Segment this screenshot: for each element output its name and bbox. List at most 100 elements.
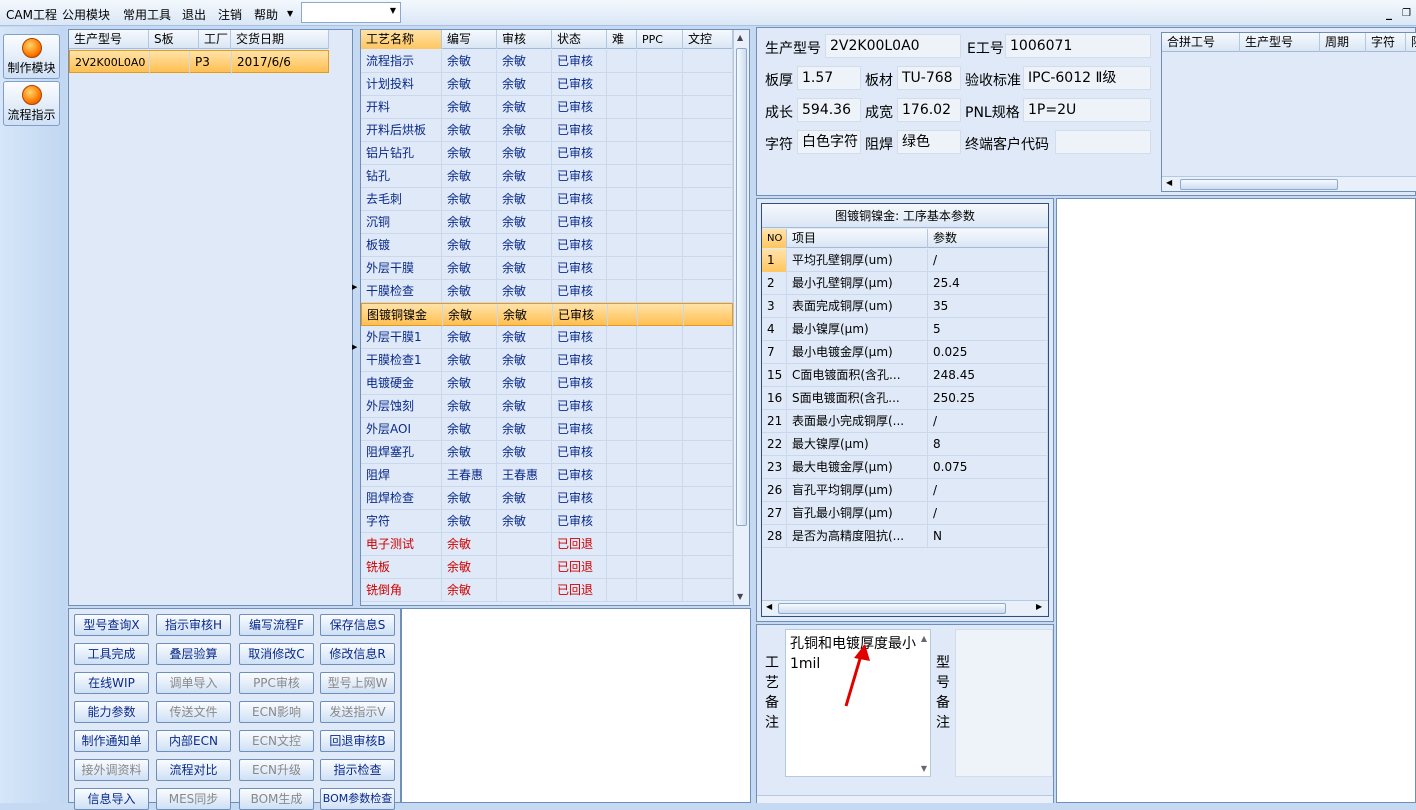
action-button-3-3[interactable]: 发送指示V xyxy=(320,701,395,723)
pnl-field[interactable]: 1P=2U xyxy=(1023,98,1151,122)
action-button-0-0[interactable]: 型号查询X xyxy=(74,614,149,636)
scroll-down-icon[interactable]: ▼ xyxy=(737,592,743,601)
params-col-no[interactable]: NO xyxy=(762,229,787,248)
table-row[interactable]: 27 盲孔最小铜厚(μm) / xyxy=(762,502,1048,525)
table-row[interactable]: 开料后烘板 余敏 余敏 已审核 xyxy=(361,119,733,142)
action-button-6-3[interactable]: BOM参数检查 xyxy=(320,788,395,810)
table-row[interactable]: 铣板 余敏 已回退 xyxy=(361,556,733,579)
orders-col-s[interactable]: S板 xyxy=(149,30,199,49)
table-row[interactable]: 干膜检查1 余敏 余敏 已审核 xyxy=(361,349,733,372)
params-col-item[interactable]: 项目 xyxy=(787,229,928,248)
table-row[interactable]: 阻焊检查 余敏 余敏 已审核 xyxy=(361,487,733,510)
scroll-right-icon[interactable]: ▶ xyxy=(1036,602,1042,611)
table-row[interactable]: 电子测试 余敏 已回退 xyxy=(361,533,733,556)
process-col-status[interactable]: 状态 xyxy=(552,30,607,49)
process-col-writer[interactable]: 编写 xyxy=(442,30,497,49)
flow-guide-button[interactable]: 流程指示 xyxy=(3,81,60,126)
scroll-down-icon[interactable]: ▼ xyxy=(921,764,927,773)
process-col-name[interactable]: 工艺名称 xyxy=(361,30,442,49)
scroll-up-icon[interactable]: ▲ xyxy=(737,33,743,42)
scroll-thumb[interactable] xyxy=(778,603,1006,614)
process-col-difficulty[interactable]: 难 xyxy=(607,30,637,49)
action-button-2-1[interactable]: 调单导入 xyxy=(156,672,231,694)
action-button-1-3[interactable]: 修改信息R xyxy=(320,643,395,665)
params-col-val[interactable]: 参数 xyxy=(928,229,1048,248)
action-button-6-1[interactable]: MES同步 xyxy=(156,788,231,810)
merge-col-mask[interactable]: 阻 xyxy=(1406,33,1416,52)
action-button-4-1[interactable]: 内部ECN xyxy=(156,730,231,752)
table-row[interactable]: 干膜检查 余敏 余敏 已审核 xyxy=(361,280,733,303)
table-row[interactable]: 沉铜 余敏 余敏 已审核 xyxy=(361,211,733,234)
table-row[interactable]: 3 表面完成铜厚(um) 35 xyxy=(762,295,1048,318)
action-button-1-2[interactable]: 取消修改C xyxy=(239,643,314,665)
menu-help[interactable]: 帮助 xyxy=(254,6,278,23)
action-button-6-0[interactable]: 信息导入 xyxy=(74,788,149,810)
action-button-4-0[interactable]: 制作通知单 xyxy=(74,730,149,752)
menu-combo[interactable]: ▼ xyxy=(301,2,401,23)
scroll-left-icon[interactable]: ◀ xyxy=(1166,178,1172,187)
splitter-right-icon[interactable]: ▶ xyxy=(352,283,357,291)
menu-common-tools[interactable]: 常用工具 xyxy=(123,6,171,23)
cust-field[interactable] xyxy=(1055,130,1151,154)
table-row[interactable]: 板镀 余敏 余敏 已审核 xyxy=(361,234,733,257)
merge-col-eno[interactable]: 合拼工号 xyxy=(1162,33,1240,52)
table-row[interactable]: 2 最小孔壁铜厚(μm) 25.4 xyxy=(762,272,1048,295)
action-button-2-2[interactable]: PPC审核 xyxy=(239,672,314,694)
table-row[interactable]: 外层AOI 余敏 余敏 已审核 xyxy=(361,418,733,441)
table-row[interactable]: 23 最大电镀金厚(μm) 0.075 xyxy=(762,456,1048,479)
merge-col-char[interactable]: 字符 xyxy=(1366,33,1406,52)
table-row[interactable]: 铣倒角 余敏 已回退 xyxy=(361,579,733,602)
table-row[interactable]: 字符 余敏 余敏 已审核 xyxy=(361,510,733,533)
scroll-thumb[interactable] xyxy=(736,48,747,526)
orders-col-date[interactable]: 交货日期 xyxy=(231,30,329,49)
model-note-field[interactable] xyxy=(955,629,1053,777)
table-row[interactable]: 2V2K00L0A0 P3 2017/6/6 xyxy=(69,50,329,74)
action-button-2-0[interactable]: 在线WIP xyxy=(74,672,149,694)
table-row[interactable]: 外层蚀刻 余敏 余敏 已审核 xyxy=(361,395,733,418)
table-row[interactable]: 26 盲孔平均铜厚(μm) / xyxy=(762,479,1048,502)
menu-exit[interactable]: 退出 xyxy=(182,6,206,23)
table-row[interactable]: 4 最小镍厚(μm) 5 xyxy=(762,318,1048,341)
mask-field[interactable]: 绿色 xyxy=(897,130,961,154)
thick-field[interactable]: 1.57 xyxy=(797,66,861,90)
action-button-1-1[interactable]: 叠层验算 xyxy=(156,643,231,665)
action-button-3-1[interactable]: 传送文件 xyxy=(156,701,231,723)
eno-field[interactable]: 1006071 xyxy=(1005,34,1151,58)
help-chevron-down-icon[interactable]: ▼ xyxy=(287,9,293,18)
merge-col-period[interactable]: 周期 xyxy=(1320,33,1366,52)
action-button-0-2[interactable]: 编写流程F xyxy=(239,614,314,636)
action-button-5-3[interactable]: 指示检查 xyxy=(320,759,395,781)
menu-cam[interactable]: CAM工程 xyxy=(6,6,57,23)
table-row[interactable]: 阻焊 王春惠 王春惠 已审核 xyxy=(361,464,733,487)
process-col-ppc[interactable]: PPC xyxy=(637,30,683,49)
orders-col-factory[interactable]: 工厂 xyxy=(199,30,231,49)
table-row[interactable]: 1 平均孔壁铜厚(um) / xyxy=(762,249,1048,272)
action-button-5-1[interactable]: 流程对比 xyxy=(156,759,231,781)
action-button-3-2[interactable]: ECN影响 xyxy=(239,701,314,723)
table-row[interactable]: 15 C面电镀面积(含孔... 248.45 xyxy=(762,364,1048,387)
table-row[interactable]: 22 最大镍厚(μm) 8 xyxy=(762,433,1048,456)
table-row[interactable]: 21 表面最小完成铜厚(... / xyxy=(762,410,1048,433)
merge-hscroll[interactable]: ◀ xyxy=(1162,176,1416,191)
orders-col-model[interactable]: 生产型号 xyxy=(69,30,149,49)
material-field[interactable]: TU-768 xyxy=(897,66,961,90)
table-row[interactable]: 计划投料 余敏 余敏 已审核 xyxy=(361,73,733,96)
wid-field[interactable]: 176.02 xyxy=(897,98,961,122)
menu-public-module[interactable]: 公用模块 xyxy=(62,6,110,23)
action-button-0-1[interactable]: 指示审核H xyxy=(156,614,231,636)
char-field[interactable]: 白色字符 xyxy=(797,130,861,154)
process-col-auditor[interactable]: 审核 xyxy=(497,30,552,49)
table-row[interactable]: 开料 余敏 余敏 已审核 xyxy=(361,96,733,119)
merge-col-model[interactable]: 生产型号 xyxy=(1240,33,1320,52)
minimize-icon[interactable]: _ xyxy=(1386,6,1392,20)
table-row[interactable]: 流程指示 余敏 余敏 已审核 xyxy=(361,50,733,73)
len-field[interactable]: 594.36 xyxy=(797,98,861,122)
model-field[interactable]: 2V2K00L0A0 xyxy=(825,34,961,58)
table-row[interactable]: 16 S面电镀面积(含孔... 250.25 xyxy=(762,387,1048,410)
action-button-5-0[interactable]: 接外调资料 xyxy=(74,759,149,781)
std-field[interactable]: IPC-6012 Ⅱ级 xyxy=(1023,66,1151,90)
scroll-left-icon[interactable]: ◀ xyxy=(766,602,772,611)
table-row[interactable]: 铝片钻孔 余敏 余敏 已审核 xyxy=(361,142,733,165)
process-scrollbar[interactable]: ▲ ▼ xyxy=(733,30,749,605)
table-row[interactable]: 图镀铜镍金 余敏 余敏 已审核 xyxy=(361,303,734,327)
